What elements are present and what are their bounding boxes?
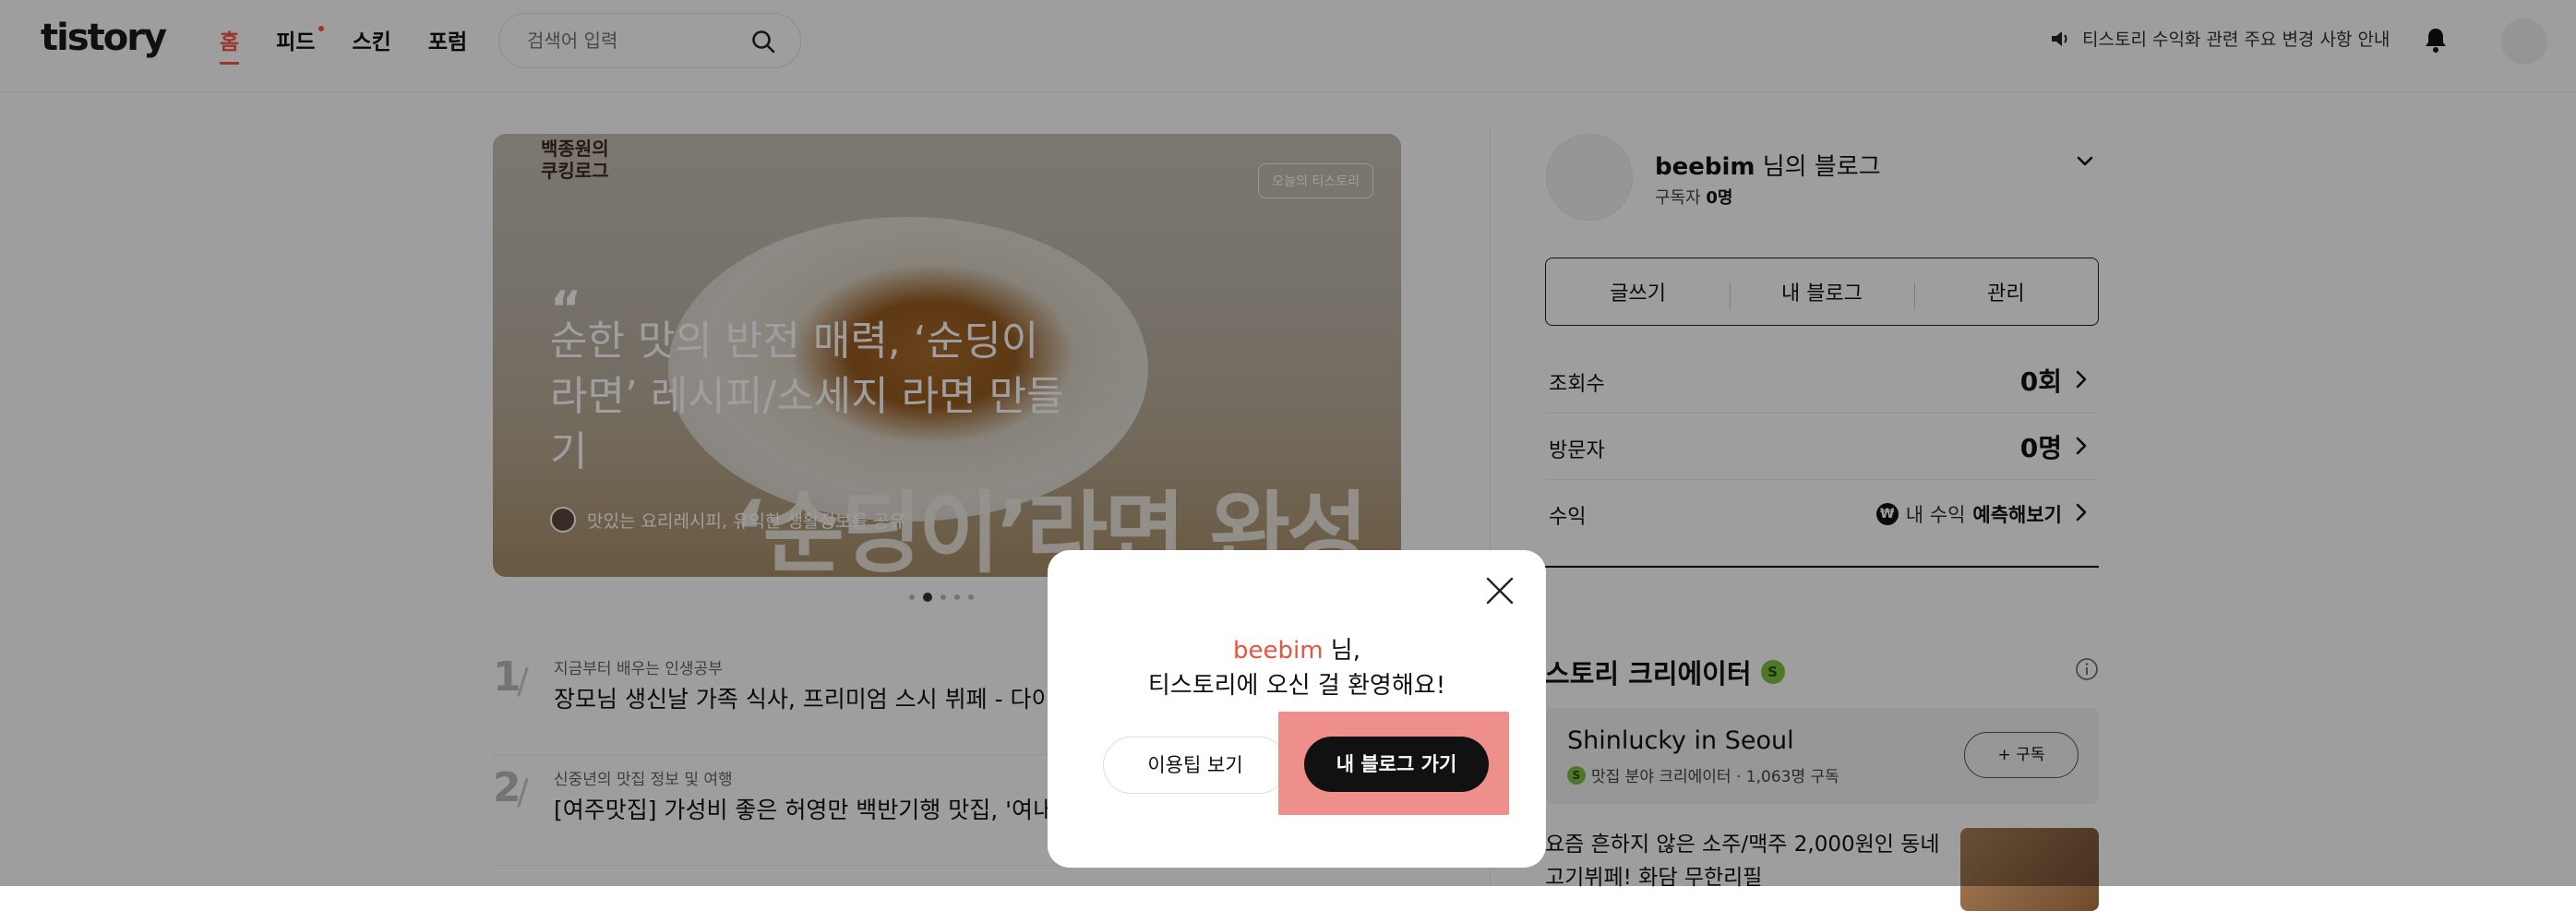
welcome-modal: beebim 님, 티스토리에 오신 걸 환영해요! 이용팁 보기 내 블로그 … bbox=[1048, 550, 1546, 868]
welcome-greeting: beebim 님, bbox=[1048, 631, 1546, 665]
close-icon[interactable] bbox=[1481, 572, 1518, 609]
tips-button[interactable]: 이용팁 보기 bbox=[1103, 737, 1288, 794]
welcome-suffix: 님, bbox=[1323, 637, 1360, 665]
go-to-my-blog-button[interactable]: 내 블로그 가기 bbox=[1304, 737, 1489, 792]
welcome-username: beebim bbox=[1232, 637, 1324, 665]
welcome-message: 티스토리에 오신 걸 환영해요! bbox=[1147, 672, 1446, 700]
